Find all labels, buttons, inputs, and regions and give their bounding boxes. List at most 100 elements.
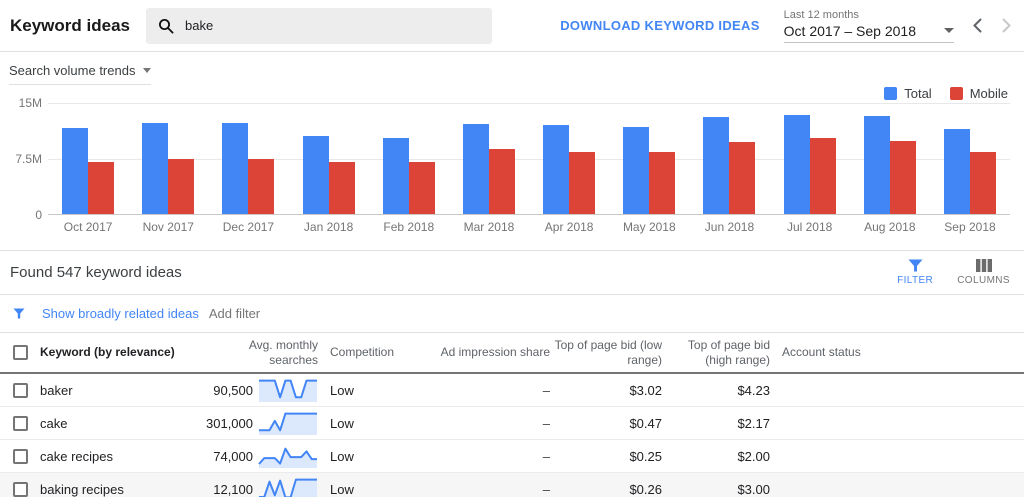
bar-group-jan-2018 [289,103,369,215]
total-bar[interactable] [543,125,570,215]
table-row[interactable]: cake 301,000 Low – $0.47 $2.17 [0,407,1024,440]
bar-group-sep-2018 [930,103,1010,215]
chart-section-divider [0,240,1024,251]
keyword-cell: baker [40,382,73,398]
mobile-bar[interactable] [969,151,996,215]
search-box[interactable] [146,7,492,44]
date-range-value: Oct 2017 – Sep 2018 [783,22,916,39]
mobile-bar[interactable] [168,159,195,215]
filter-funnel-icon [908,259,923,272]
ad-impression-share-cell: – [542,415,550,431]
total-bar[interactable] [222,123,249,215]
column-header-competition[interactable]: Competition [318,345,430,360]
mobile-bar[interactable] [488,149,515,215]
row-checkbox[interactable] [13,382,28,398]
legend-item-mobile[interactable]: Mobile [949,86,1008,101]
row-checkbox[interactable] [13,448,28,464]
mobile-bar[interactable] [729,141,756,215]
total-bar[interactable] [783,114,810,215]
mobile-bar[interactable] [569,152,596,215]
mobile-bar[interactable] [649,152,676,215]
legend-item-total[interactable]: Total [884,86,932,101]
x-tick-label: May 2018 [622,220,676,234]
chart-plot-area [48,103,1010,215]
total-bar[interactable] [142,123,169,215]
keyword-cell: baking recipes [40,481,124,497]
x-tick-label: Oct 2017 [63,220,113,234]
bar-chart: Total Mobile 15M 7.5M 0 Oct 2017 Nov 2017 Dec… [0,86,1010,240]
search-icon [158,18,174,34]
total-bar[interactable] [623,126,650,215]
page-title: Keyword ideas [10,15,130,35]
filter-button-label: FILTER [897,275,934,286]
chart-y-axis: 15M 7.5M 0 [0,96,42,222]
mobile-bar[interactable] [328,162,355,215]
table-row[interactable]: baker 90,500 Low – $3.02 $4.23 [0,374,1024,407]
x-tick-label: Jul 2018 [786,220,833,234]
y-tick-label: 0 [35,208,42,222]
add-filter-button[interactable]: Add filter [209,306,260,321]
top-bid-high-cell: $2.17 [737,415,770,431]
y-tick-label: 15M [18,96,42,110]
date-range-selector[interactable]: Last 12 months Oct 2017 – Sep 2018 [783,9,954,43]
table-row[interactable]: baking recipes 12,100 Low – $0.26 $3.00 [0,473,1024,497]
x-tick-label: Jun 2018 [704,220,755,234]
columns-button-label: COLUMNS [957,275,1010,286]
competition-cell: Low [330,382,354,398]
column-header-account-status[interactable]: Account status [770,345,1024,360]
keyword-cell: cake recipes [40,448,113,464]
mobile-bar[interactable] [248,159,275,215]
total-bar[interactable] [382,138,409,215]
columns-button[interactable]: COLUMNS [957,259,1010,286]
column-header-top-bid-high[interactable]: Top of page bid (high range) [662,338,770,368]
column-header-ad-impression-share[interactable]: Ad impression share [430,345,550,360]
y-tick-label: 7.5M [15,152,42,166]
x-tick-label: Apr 2018 [544,220,594,234]
competition-cell: Low [330,415,354,431]
chart-bars [48,103,1010,215]
mobile-bar[interactable] [809,138,836,215]
next-period-button[interactable] [1001,18,1012,33]
avg-monthly-searches-cell: 74,000 [213,448,253,464]
total-bar[interactable] [462,123,489,215]
filter-button[interactable]: FILTER [897,259,933,286]
top-bid-high-cell: $4.23 [737,382,770,398]
ad-impression-share-cell: – [542,382,550,398]
bar-group-aug-2018 [850,103,930,215]
mobile-bar[interactable] [88,162,115,215]
x-tick-label: Nov 2017 [142,220,194,234]
total-bar[interactable] [863,115,890,215]
competition-cell: Low [330,448,354,464]
bar-group-dec-2017 [208,103,288,215]
legend-label: Total [904,86,932,101]
row-checkbox[interactable] [13,481,28,497]
column-header-top-bid-low[interactable]: Top of page bid (low range) [550,338,662,368]
total-bar[interactable] [62,127,89,215]
select-all-checkbox[interactable] [13,345,28,360]
row-checkbox[interactable] [13,415,28,431]
column-header-avg-monthly-searches[interactable]: Avg. monthly searches [210,338,318,368]
avg-monthly-searches-cell: 301,000 [206,415,253,431]
filter-funnel-icon-small [13,308,25,319]
chart-x-axis-labels: Oct 2017 Nov 2017 Dec 2017 Jan 2018 Feb 2018… [48,220,1010,234]
mobile-bar[interactable] [408,162,435,215]
trends-dropdown-label: Search volume trends [9,63,136,78]
search-volume-trends-section: Search volume trends Total Mobile 15M 7.5M… [0,52,1024,251]
column-header-keyword[interactable]: Keyword (by relevance) [40,345,210,360]
total-bar[interactable] [703,117,730,215]
table-header-row: Keyword (by relevance) Avg. monthly sear… [0,333,1024,374]
total-bar[interactable] [943,129,970,215]
trends-dropdown[interactable]: Search volume trends [9,63,152,85]
table-row[interactable]: cake recipes 74,000 Low – $0.25 $2.00 [0,440,1024,473]
download-keyword-ideas-button[interactable]: DOWNLOAD KEYWORD IDEAS [560,18,759,33]
search-input[interactable] [185,18,480,33]
ad-impression-share-cell: – [542,481,550,497]
bar-group-jul-2018 [770,103,850,215]
total-bar[interactable] [302,135,329,215]
top-bid-low-cell: $0.26 [629,481,662,497]
found-keywords-count: Found 547 keyword ideas [10,264,182,281]
show-broadly-related-ideas-link[interactable]: Show broadly related ideas [42,306,199,321]
mobile-bar[interactable] [889,141,916,215]
trend-sparkline [259,412,317,435]
previous-period-button[interactable] [972,18,983,33]
